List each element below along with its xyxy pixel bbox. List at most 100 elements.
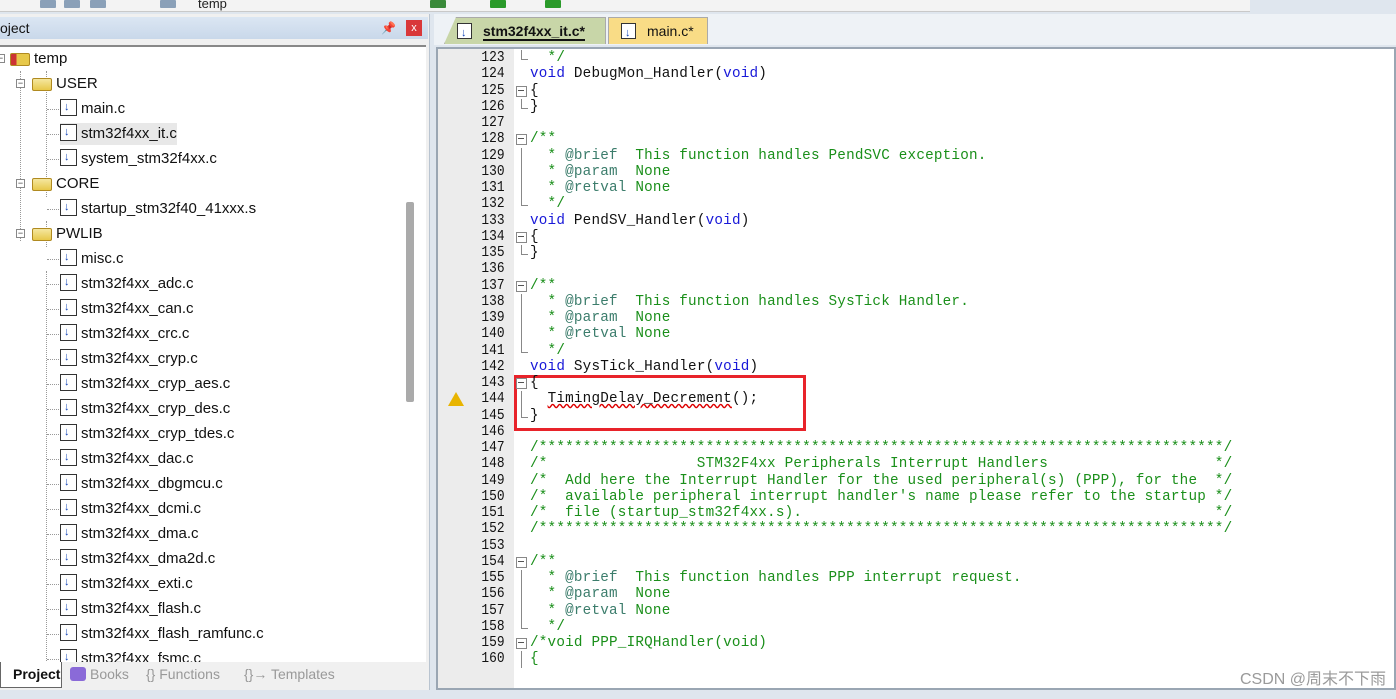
fold-toggle-icon[interactable] [516,83,527,99]
toolbar-button[interactable] [90,0,106,8]
close-button[interactable]: x [406,20,422,36]
tree-item-startup-stm32f40-41xxx-s[interactable]: startup_stm32f40_41xxx.s [60,196,256,220]
tab-templates[interactable]: {}→ Templates [244,662,344,688]
toolbar-button[interactable] [490,0,506,8]
tree-line [47,284,59,285]
line-number: 130 [481,163,505,180]
tree-line [47,459,59,460]
tree-item-stm32f4xx-dbgmcu-c[interactable]: stm32f4xx_dbgmcu.c [60,471,223,495]
tree-item-stm32f4xx-exti-c[interactable]: stm32f4xx_exti.c [60,571,193,595]
fold-toggle-icon[interactable] [516,278,527,294]
fold-line [516,98,528,115]
file-icon [457,20,472,44]
toolbar-button[interactable] [40,0,56,8]
fold-toggle-icon[interactable] [516,375,527,391]
collapse-icon[interactable]: − [0,54,5,63]
tab-project[interactable]: Project [0,662,62,688]
fold-line [516,618,528,635]
tree-item-stm32f4xx-flash-c[interactable]: stm32f4xx_flash.c [60,596,201,620]
panel-title: oject [0,20,30,36]
tab-main-c[interactable]: main.c* [608,17,708,47]
tree-item-core[interactable]: CORE [32,173,99,195]
fold-line [516,180,527,197]
code-line: } [530,98,539,115]
collapse-icon[interactable]: − [16,79,25,88]
file-icon [60,271,77,293]
toolbar-button[interactable] [160,0,176,8]
tree-item-stm32f4xx-crc-c[interactable]: stm32f4xx_crc.c [60,321,189,345]
collapse-icon[interactable]: − [16,229,25,238]
tree-item-stm32f4xx-adc-c[interactable]: stm32f4xx_adc.c [60,271,194,295]
code-line: /** [530,131,557,148]
tree-item-label: system_stm32f4xx.c [81,150,217,167]
fold-line [516,310,527,327]
line-number: 132 [481,196,505,213]
tree-item-main-c[interactable]: main.c [60,96,125,120]
file-icon [60,621,77,643]
line-number: 141 [481,342,505,359]
tree-line [47,259,59,260]
tree-item-stm32f4xx-can-c[interactable]: stm32f4xx_can.c [60,296,194,320]
tree-item-stm32f4xx-cryp-aes-c[interactable]: stm32f4xx_cryp_aes.c [60,371,231,395]
file-icon [60,246,77,268]
tree-item-label: stm32f4xx_cryp_aes.c [81,375,231,392]
line-number: 160 [481,651,505,668]
code-line: { [530,651,539,668]
fold-line [516,293,527,311]
tree-item-stm32f4xx-dac-c[interactable]: stm32f4xx_dac.c [60,446,194,470]
tree-item-stm32f4xx-dma2d-c[interactable]: stm32f4xx_dma2d.c [60,546,216,570]
tree-item-stm32f4xx-flash-ramfunc-c[interactable]: stm32f4xx_flash_ramfunc.c [60,621,264,645]
pin-icon[interactable]: 📌 [381,17,396,39]
file-icon [60,646,77,662]
fold-toggle-icon[interactable] [516,131,527,147]
line-number: 155 [481,570,505,586]
fold-line [516,391,527,408]
tab-books[interactable]: Books [70,662,136,688]
toolbar: temp [0,0,1250,12]
file-icon [60,596,77,618]
tree-line [47,334,59,335]
code-line: */ [530,50,566,66]
tab-label: {} Functions [146,666,220,682]
line-number: 137 [481,277,505,294]
toolbar-button[interactable] [64,0,80,8]
file-icon [60,96,77,118]
tree-item-stm32f4xx-cryp-tdes-c[interactable]: stm32f4xx_cryp_tdes.c [60,421,234,445]
fold-line [516,586,527,603]
code-line: /* file (startup_stm32f4xx.s). */ [530,505,1233,521]
tree-item-label: misc.c [81,250,124,267]
line-number: 151 [481,505,505,521]
target-select[interactable]: temp [198,0,227,11]
tree-item-system-stm32f4xx-c[interactable]: system_stm32f4xx.c [60,146,217,170]
code-editor[interactable]: 123 */ 124 void DebugMon_Handler(void) 125 {… [436,47,1396,690]
tree-item-misc-c[interactable]: misc.c [60,246,124,270]
toolbar-button[interactable] [545,0,561,8]
folder-icon [10,53,30,66]
line-number: 156 [481,586,505,603]
fold-toggle-icon[interactable] [516,229,527,245]
tree-line [47,109,59,110]
tree-item-label: stm32f4xx_dma2d.c [81,550,216,567]
tree-item-pwlib[interactable]: PWLIB [32,223,103,245]
tree-item-temp[interactable]: temp [10,48,67,70]
tree-item-stm32f4xx-fsmc-c[interactable]: stm32f4xx_fsmc.c [60,646,201,662]
tree-item-stm32f4xx-dma-c[interactable]: stm32f4xx_dma.c [60,521,199,545]
fold-toggle-icon[interactable] [516,635,527,651]
watermark: CSDN @周末不下雨 [1239,671,1386,688]
tree-line [47,484,59,485]
tab-label: {}→ Templates [244,666,335,682]
collapse-icon[interactable]: − [16,179,25,188]
tree-item-user[interactable]: USER [32,73,98,95]
tree-item-stm32f4xx-it-c[interactable]: stm32f4xx_it.c [60,121,177,145]
fold-toggle-icon[interactable] [516,554,527,570]
toolbar-button[interactable] [430,0,446,8]
tree-line [47,584,59,585]
scrollbar[interactable] [406,202,414,402]
tree-item-stm32f4xx-dcmi-c[interactable]: stm32f4xx_dcmi.c [60,496,201,520]
tab-functions[interactable]: {} Functions [146,662,236,688]
tree-line [47,409,59,410]
tree-item-stm32f4xx-cryp-c[interactable]: stm32f4xx_cryp.c [60,346,198,370]
books-icon [70,667,86,681]
tree-item-stm32f4xx-cryp-des-c[interactable]: stm32f4xx_cryp_des.c [60,396,230,420]
tab-stm32f4xx-it-c[interactable]: stm32f4xx_it.c* [444,17,606,44]
